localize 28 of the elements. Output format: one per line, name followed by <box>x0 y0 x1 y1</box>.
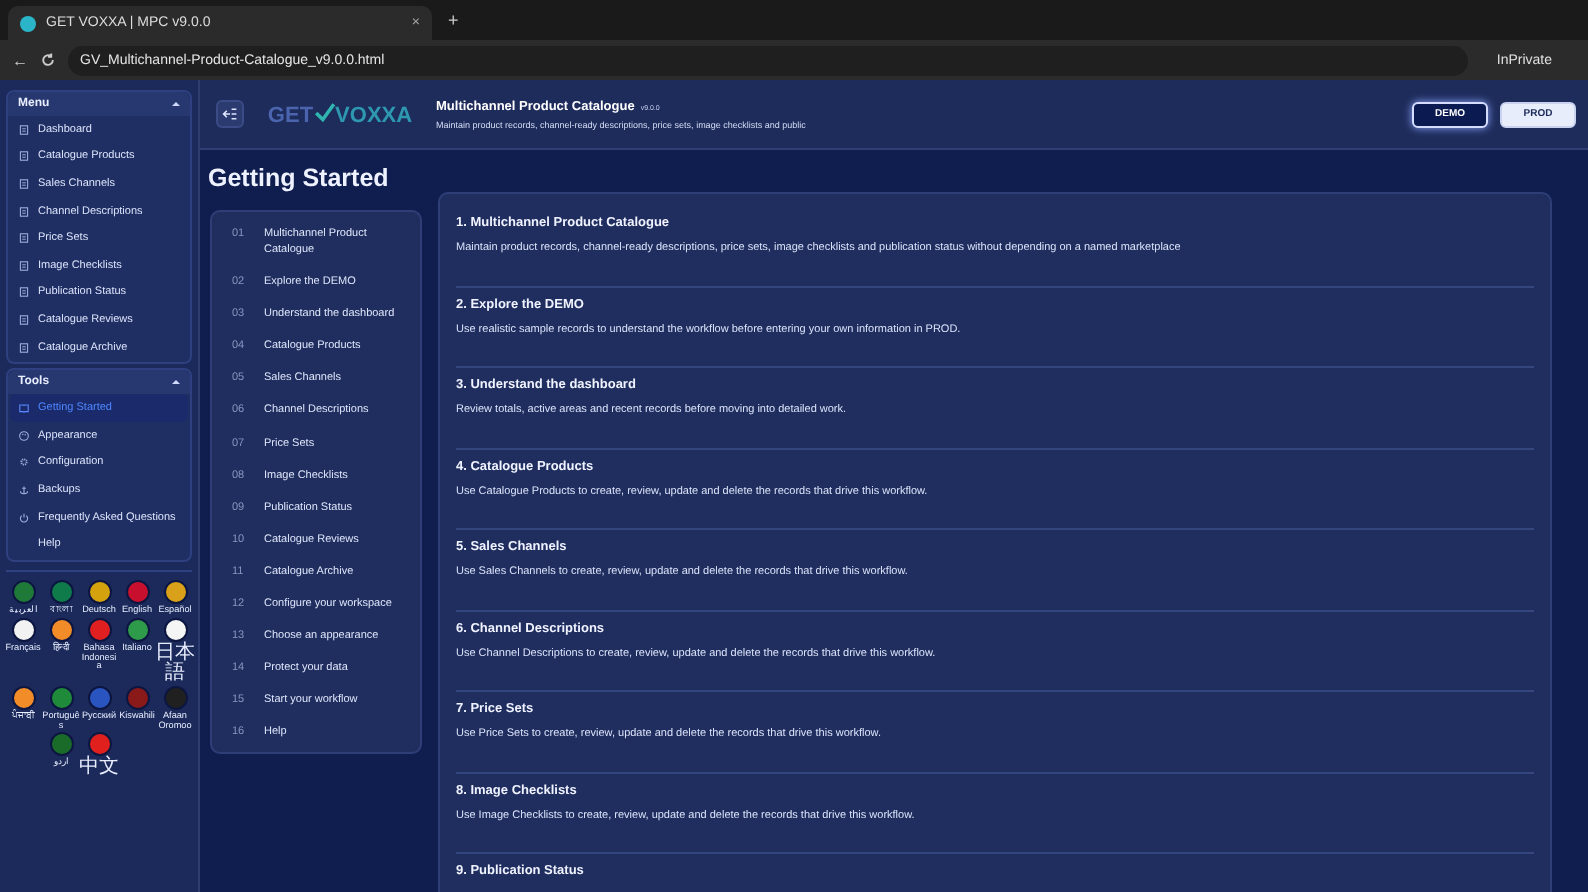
book-icon <box>18 402 30 415</box>
gear-icon <box>18 456 30 469</box>
document-icon <box>18 177 30 190</box>
document-icon <box>18 232 30 245</box>
sidebar-toggle-icon <box>222 106 238 122</box>
sidebar-toggle-button[interactable] <box>216 100 244 128</box>
back-button[interactable]: ← <box>12 51 28 69</box>
document-icon <box>18 286 30 299</box>
anchor-icon <box>18 483 30 496</box>
site-logo-icon <box>20 15 36 31</box>
language-label: 中文 <box>79 758 119 779</box>
language-label: 日本語 <box>155 643 195 684</box>
document-icon <box>18 259 30 272</box>
caret-icon[interactable] <box>172 102 180 106</box>
app-logo: GET VOXXA <box>265 101 415 127</box>
page-title: Getting Started <box>206 162 391 192</box>
language-option[interactable]: 日本語 <box>156 617 194 684</box>
refresh-icon[interactable] <box>40 52 56 68</box>
palette-icon <box>18 429 30 442</box>
caret-icon[interactable] <box>172 380 180 385</box>
language-option[interactable]: 中文 <box>80 732 118 779</box>
document-icon <box>18 150 30 163</box>
document-icon <box>18 123 30 136</box>
document-icon <box>18 341 30 354</box>
document-icon <box>18 205 30 218</box>
power-icon <box>18 511 30 524</box>
document-icon <box>18 313 30 326</box>
new-tab-button[interactable]: + <box>440 10 467 30</box>
